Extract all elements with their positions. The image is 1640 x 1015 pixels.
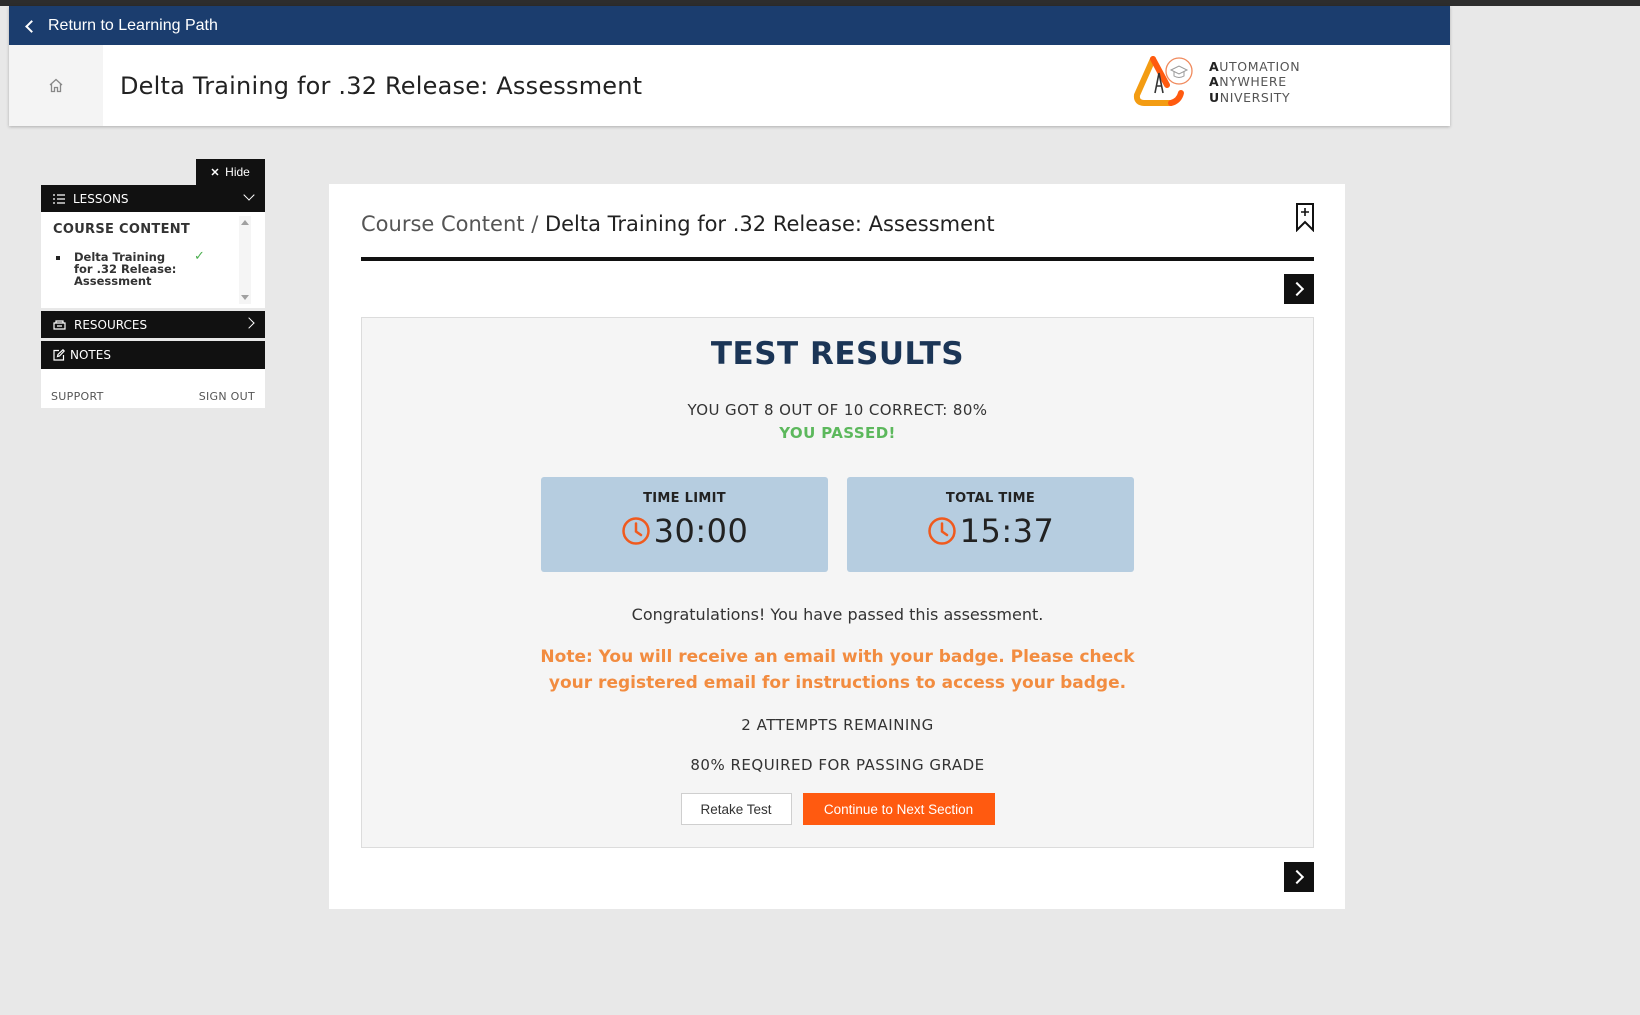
clock-icon: [927, 517, 956, 545]
test-results-panel: TEST RESULTS YOU GOT 8 OUT OF 10 CORRECT…: [361, 317, 1314, 848]
chevron-right-icon: [243, 317, 255, 329]
resources-label: RESOURCES: [74, 317, 148, 332]
score-line: YOU GOT 8 OUT OF 10 CORRECT: 80%: [687, 401, 988, 419]
lessons-label: LESSONS: [73, 191, 129, 206]
scroll-down-icon[interactable]: [241, 295, 249, 300]
breadcrumb-divider: [361, 257, 1314, 261]
page-title: Delta Training for .32 Release: Assessme…: [120, 71, 643, 100]
breadcrumb-current: Delta Training for .32 Release: Assessme…: [544, 212, 995, 236]
chevron-right-icon: [1289, 869, 1305, 885]
course-content-heading: COURSE CONTENT: [53, 222, 191, 237]
return-to-learning-path-link[interactable]: Return to Learning Path: [9, 6, 1450, 45]
list-icon: [53, 193, 65, 204]
lessons-panel: COURSE CONTENT Delta Training for .32 Re…: [41, 212, 265, 308]
time-boxes: TIME LIMIT 30:00 TOTAL TIME 15:37: [362, 477, 1313, 572]
automation-anywhere-university-logo: AUTOMATION ANYWHERE UNIVERSITY: [1133, 55, 1300, 109]
home-icon: [49, 78, 63, 93]
chevron-down-icon: [243, 189, 255, 201]
continue-next-section-button[interactable]: Continue to Next Section: [802, 793, 995, 825]
sidebar: Hide LESSONS COURSE CONTENT Delta Traini…: [41, 159, 265, 408]
resources-icon: [53, 320, 66, 330]
results-title: TEST RESULTS: [710, 336, 965, 372]
passed-status: YOU PASSED!: [779, 424, 896, 442]
content-panel: Course Content / Delta Training for .32 …: [329, 184, 1345, 909]
total-time-box: TOTAL TIME 15:37: [847, 477, 1134, 572]
total-time-label: TOTAL TIME: [945, 491, 1036, 506]
badge-note: Note: You will receive an email with you…: [540, 647, 1135, 693]
time-limit-value: 30:00: [653, 512, 749, 550]
resources-toggle[interactable]: RESOURCES: [41, 311, 265, 338]
clock-icon: [621, 517, 650, 545]
logo-text: AUTOMATION ANYWHERE UNIVERSITY: [1209, 58, 1301, 105]
breadcrumb-separator: /: [524, 212, 545, 236]
return-label: Return to Learning Path: [48, 16, 218, 34]
lesson-item[interactable]: Delta Training for .32 Release: Assessme…: [53, 249, 265, 288]
chevron-right-icon: [1289, 281, 1305, 297]
attempts-remaining: 2 ATTEMPTS REMAINING: [741, 716, 934, 734]
support-link[interactable]: SUPPORT: [51, 390, 104, 403]
bullet: [56, 256, 60, 260]
lessons-toggle[interactable]: LESSONS: [41, 185, 265, 212]
notes-label: NOTES: [70, 348, 111, 362]
check-icon: ✓: [194, 249, 205, 264]
sign-out-link[interactable]: SIGN OUT: [199, 390, 255, 403]
title-bar: Delta Training for .32 Release: Assessme…: [9, 45, 1450, 126]
header: Return to Learning Path Delta Training f…: [9, 6, 1450, 126]
breadcrumb: Course Content / Delta Training for .32 …: [361, 212, 995, 236]
total-time-value: 15:37: [959, 512, 1055, 550]
lesson-item-label: Delta Training for .32 Release: Assessme…: [74, 250, 177, 288]
bookmark-plus-icon: [1296, 203, 1314, 233]
edit-icon: [53, 349, 65, 361]
time-limit-label: TIME LIMIT: [643, 491, 726, 506]
retake-test-button[interactable]: Retake Test: [680, 793, 792, 825]
home-button[interactable]: [9, 45, 103, 126]
scroll-up-icon[interactable]: [241, 220, 249, 225]
bookmark-button[interactable]: [1295, 202, 1315, 237]
lessons-scrollbar[interactable]: [239, 216, 251, 304]
action-buttons: Retake Test Continue to Next Section: [362, 793, 1313, 825]
chevron-left-icon: [25, 19, 38, 33]
close-icon: [211, 168, 219, 176]
hide-sidebar-button[interactable]: Hide: [196, 159, 265, 185]
breadcrumb-course-content-link[interactable]: Course Content: [361, 212, 525, 236]
passing-grade-requirement: 80% REQUIRED FOR PASSING GRADE: [690, 756, 985, 774]
next-page-button-top[interactable]: [1284, 274, 1314, 304]
congratulations-message: Congratulations! You have passed this as…: [631, 605, 1044, 624]
time-limit-box: TIME LIMIT 30:00: [541, 477, 828, 572]
aau-logo-icon: [1133, 56, 1193, 106]
next-page-button-bottom[interactable]: [1284, 862, 1314, 892]
notes-toggle[interactable]: NOTES: [41, 341, 265, 369]
hide-label: Hide: [225, 165, 250, 179]
sidebar-footer: SUPPORT SIGN OUT: [41, 369, 265, 408]
